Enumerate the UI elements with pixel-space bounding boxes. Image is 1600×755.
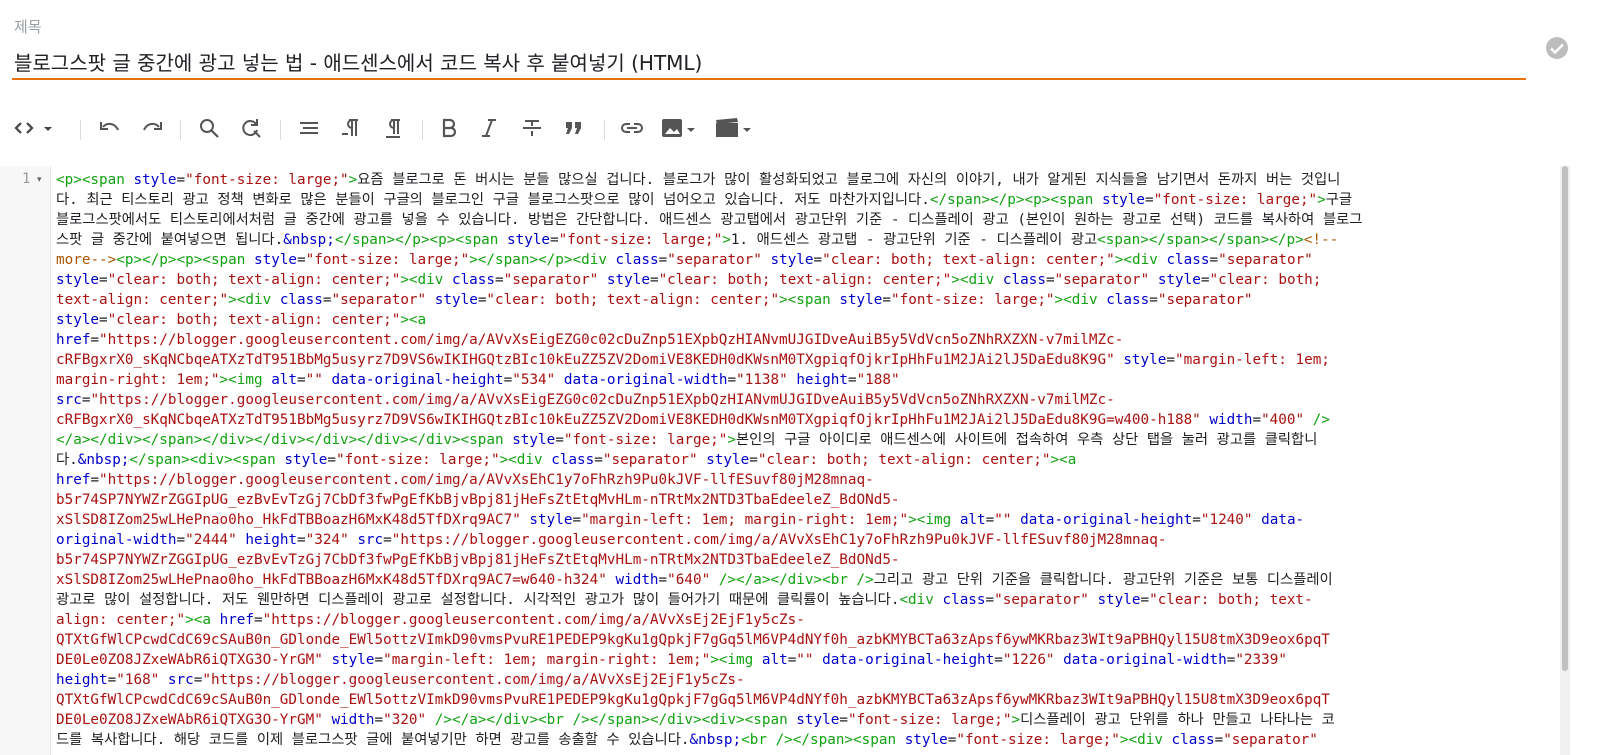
code-line: align: center;"><a href="https://blogger… xyxy=(56,612,805,628)
code-line: original-width="2444" height="324" src="… xyxy=(56,532,1167,548)
code-line: height="168" src="https://blogger.google… xyxy=(56,672,745,688)
strikethrough-icon[interactable] xyxy=(520,108,544,148)
link-icon[interactable] xyxy=(618,108,646,148)
code-line: 다.&nbsp;</span><div><span style="font-si… xyxy=(56,452,1077,468)
image-icon[interactable] xyxy=(660,108,698,148)
code-line: b5r74SP7NYWZrZGGIpUG_ezBvEvTzGj7CbDf3fwP… xyxy=(56,552,900,568)
code-line: href="https://blogger.googleusercontent.… xyxy=(56,332,1124,348)
bold-icon[interactable] xyxy=(438,108,460,148)
quote-icon[interactable] xyxy=(562,108,586,148)
code-line: src="https://blogger.googleusercontent.c… xyxy=(56,392,1115,408)
code-view-icon[interactable] xyxy=(14,108,58,148)
code-line: DE0Le0ZO8JZxeWAbR6iQTXG3O-YrGM" width="3… xyxy=(56,712,1335,728)
code-line: DE0Le0ZO8JZxeWAbR6iQTXG3O-YrGM" style="m… xyxy=(56,652,1287,668)
fold-toggle-icon[interactable]: ▾ xyxy=(37,175,42,185)
code-line: <p><span style="font-size: large;">요즘 블로… xyxy=(56,172,1341,188)
code-line: </a></div></span></div></div></div></div… xyxy=(56,432,1318,448)
code-line: b5r74SP7NYWZrZGGIpUG_ezBvEvTzGj7CbDf3fwP… xyxy=(56,492,900,508)
line-gutter: 1 ▾ xyxy=(0,166,51,755)
title-label: 제목 xyxy=(14,18,42,36)
italic-icon[interactable] xyxy=(478,108,500,148)
code-line: 광고로 많이 설정합니다. 저도 웬만하면 디스플레이 광고로 설정합니다. 시… xyxy=(56,592,1313,608)
cloud-saved-icon xyxy=(1544,36,1570,60)
code-line: more--><p></p><p><span style="font-size:… xyxy=(56,252,1313,268)
video-icon[interactable] xyxy=(714,108,754,148)
editor-toolbar xyxy=(0,108,1600,148)
paragraph-clean-icon[interactable] xyxy=(380,108,406,148)
code-line: xSlSD8IZom25wLHePnao0ho_HkFdTBBoazH6MxK4… xyxy=(56,572,1333,588)
replace-icon[interactable] xyxy=(238,108,264,148)
code-line: text-align: center;"><div class="separat… xyxy=(56,292,1253,308)
code-line: xSlSD8IZom25wLHePnao0ho_HkFdTBBoazH6MxK4… xyxy=(56,512,1305,528)
redo-icon[interactable] xyxy=(138,108,166,148)
paragraph-icon[interactable] xyxy=(338,108,364,148)
code-line: 다. 최근 티스토리 광고 정책 변화로 많은 분들이 구글의 블로그인 구글 … xyxy=(56,192,1353,208)
code-line: 블로그스팟에서도 티스토리에서처럼 글 중간에 광고를 넣을 수 있습니다. 방… xyxy=(56,212,1363,228)
code-line: 드를 복사합니다. 해당 코드를 이제 블로그스팟 글에 붙여넣기만 하면 광고… xyxy=(56,732,1318,748)
code-line: 스팟 글 중간에 붙여넣으면 됩니다.&nbsp;</span></p><p><… xyxy=(56,232,1339,248)
code-line: margin-right: 1em;"><img alt="" data-ori… xyxy=(56,372,900,388)
line-number: 1 xyxy=(22,171,31,187)
code-line: cRFBgxrX0_sKqNCbqeATXzTdT951BbMg5usyrz7D… xyxy=(56,352,1330,368)
code-line: cRFBgxrX0_sKqNCbqeATXzTdT951BbMg5usyrz7D… xyxy=(56,412,1330,428)
code-line: style="clear: both; text-align: center;"… xyxy=(56,312,427,328)
code-line: QTXtGfWlCPcwdCdC69cSAuB0n_GDlonde_EWl5ot… xyxy=(56,632,1330,648)
search-icon[interactable] xyxy=(196,108,222,148)
format-icon[interactable] xyxy=(296,108,322,148)
post-title-input[interactable] xyxy=(12,48,1526,80)
html-code-editor[interactable]: 1 ▾ <p><span style="font-size: large;">요… xyxy=(0,166,1560,755)
code-line: style="clear: both; text-align: center;"… xyxy=(56,272,1322,288)
code-content[interactable]: <p><span style="font-size: large;">요즘 블로… xyxy=(56,170,1556,750)
undo-icon[interactable] xyxy=(96,108,124,148)
code-line: QTXtGfWlCPcwdCdC69cSAuB0n_GDlonde_EWl5ot… xyxy=(56,692,1330,708)
code-line: href="https://blogger.googleusercontent.… xyxy=(56,472,874,488)
scrollbar-thumb[interactable] xyxy=(1562,166,1568,671)
